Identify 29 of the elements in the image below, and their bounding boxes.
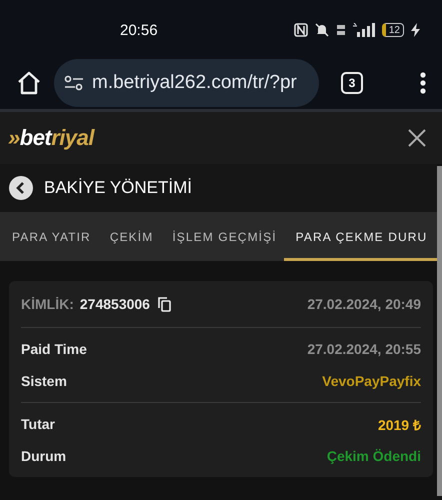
url-text: m.betriyal262.com/tr/?pr [92,72,297,94]
signal-icon [352,23,375,37]
battery-level: 12 [382,23,404,37]
id-value: 274853006 [80,296,150,312]
address-bar[interactable]: m.betriyal262.com/tr/?pr [54,58,319,106]
field-value: Çekim Ödendi [326,448,421,464]
muted-bell-icon [314,23,329,37]
field-value: 2019 ₺ [378,416,421,434]
id-label: KİMLİK: [21,296,74,312]
copy-icon[interactable] [158,296,171,312]
brand-logo[interactable]: »betriyal [8,125,94,151]
nfc-icon [294,23,308,37]
clock-time: 20:56 [120,22,158,38]
field-label: Paid Time [21,341,87,357]
menu-icon[interactable] [420,72,426,94]
charging-bolt-icon [411,23,420,37]
back-button[interactable] [9,176,33,200]
field-label: Durum [21,448,66,464]
home-icon[interactable] [16,70,42,94]
page-title: BAKİYE YÖNETİMİ [44,178,192,198]
field-label: Sistem [21,373,67,389]
field-label: Tutar [21,416,55,432]
close-icon[interactable] [408,129,426,147]
field-value: 27.02.2024, 20:55 [307,341,421,357]
tab-count-button[interactable]: 3 [341,72,363,94]
field-value: VevoPayPayfix [322,373,421,389]
site-settings-icon[interactable] [64,74,84,90]
created-date: 27.02.2024, 20:49 [307,296,421,312]
chevron-left-icon [16,182,26,194]
